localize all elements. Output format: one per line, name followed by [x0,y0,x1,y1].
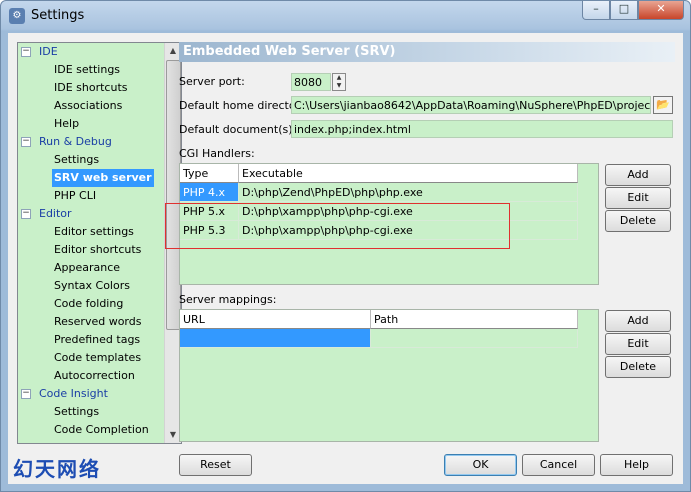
tree-item[interactable]: Syntax Colors [18,277,164,295]
tree-item-label: Syntax Colors [54,279,130,292]
column-header-executable[interactable]: Executable [239,164,578,183]
tree-item[interactable]: IDE settings [18,61,164,79]
settings-window: ⚙ Settings – □ ✕ − IDE IDE settings IDE sho… [0,0,691,492]
dialog-client: − IDE IDE settings IDE shortcuts Association… [8,33,683,484]
tree-item-label: Associations [54,99,123,112]
collapse-toggle-icon[interactable]: − [21,137,31,147]
ok-button[interactable]: OK [444,454,517,476]
mapping-delete-button[interactable]: Delete [605,356,671,378]
tree-item[interactable]: Predefined tags [18,331,164,349]
tree-item[interactable]: IDE shortcuts [18,79,164,97]
column-header-url[interactable]: URL [180,310,371,329]
tree-category[interactable]: − Run & Debug [18,133,164,151]
spin-up-icon[interactable]: ▲ [333,74,345,82]
collapse-toggle-icon[interactable]: − [21,47,31,57]
tree-category[interactable]: − IDE [18,43,164,61]
help-button[interactable]: Help [600,454,673,476]
tree-item-label: Appearance [54,261,121,274]
maximize-button[interactable]: □ [610,1,638,20]
tree-item-label: Reserved words [54,315,142,328]
mapping-add-button[interactable]: Add [605,310,671,332]
tree-item[interactable]: SRV web server [18,169,164,187]
window-title: Settings [31,8,85,23]
minimize-button[interactable]: – [582,1,610,20]
tree-item-label: IDE shortcuts [54,81,128,94]
tree-item-label: Settings [54,153,100,166]
tree-item-label: Run & Debug [39,135,112,148]
tree-item-label: Predefined tags [54,333,141,346]
tree-item[interactable]: Settings [18,151,164,169]
tree-item-label: Settings [54,405,100,418]
watermark-logo: 幻天网络 [13,457,101,481]
cgi-edit-button[interactable]: Edit [605,187,671,209]
tree-item-label: Help [54,117,80,130]
tree-item[interactable]: Editor settings [18,223,164,241]
tree-item[interactable]: Appearance [18,259,164,277]
tree-item[interactable]: Help [18,115,164,133]
tree-item[interactable]: Code folding [18,295,164,313]
tree-item[interactable]: Settings [18,403,164,421]
reset-button[interactable]: Reset [179,454,252,476]
browse-folder-icon[interactable]: 📂 [653,96,673,114]
tree-item[interactable]: Code Completion [18,421,164,439]
tree-item-label: Code Completion [54,423,149,436]
tree-list: − IDE IDE settings IDE shortcuts Association… [18,43,164,439]
mapping-path-cell[interactable] [371,329,578,348]
tree-item[interactable]: Editor shortcuts [18,241,164,259]
home-directory-input[interactable]: C:\Users\jianbao8642\AppData\Roaming\NuS… [291,96,651,114]
highlight-annotation-box [165,203,510,249]
panel-header: Embedded Web Server (SRV) [179,42,675,62]
cgi-delete-button[interactable]: Delete [605,210,671,232]
cancel-button[interactable]: Cancel [522,454,595,476]
mappings-header-row: URL Path [180,310,578,329]
server-port-input[interactable]: 8080 [291,73,331,91]
cgi-header-row: Type Executable [180,164,578,183]
default-document-label: Default document(s): [179,123,297,136]
server-port-spinner[interactable]: ▲ ▼ [332,73,346,91]
tree-item-label: IDE settings [54,63,121,76]
home-directory-label: Default home directory [179,99,307,112]
collapse-toggle-icon[interactable]: − [21,389,31,399]
tree-item-label: Code folding [54,297,124,310]
cgi-add-button[interactable]: Add [605,164,671,186]
tree-item-label: SRV web server [52,169,154,187]
tree-item-label: Editor [39,207,72,220]
mapping-edit-button[interactable]: Edit [605,333,671,355]
default-document-input[interactable]: index.php;index.html [291,120,673,138]
mapping-url-cell[interactable] [180,329,371,348]
table-row[interactable] [180,329,578,348]
server-mappings-grid[interactable]: URL Path [179,309,599,442]
tree-category[interactable]: − Code Insight [18,385,164,403]
tree-item[interactable]: Reserved words [18,313,164,331]
tree-item-label: PHP CLI [54,189,97,202]
server-port-label: Server port: [179,75,245,88]
tree-item[interactable]: Code templates [18,349,164,367]
tree-item-label: Code templates [54,351,142,364]
tree-item-label: Editor shortcuts [54,243,142,256]
cgi-type-cell[interactable]: PHP 4.x [180,183,239,202]
tree-item[interactable]: Associations [18,97,164,115]
tree-item[interactable]: Autocorrection [18,367,164,385]
app-icon: ⚙ [9,8,25,24]
column-header-type[interactable]: Type [180,164,239,183]
tree-item-label: Editor settings [54,225,134,238]
collapse-toggle-icon[interactable]: − [21,209,31,219]
close-button[interactable]: ✕ [638,1,684,20]
tree-category[interactable]: − Editor [18,205,164,223]
title-bar[interactable]: ⚙ Settings – □ ✕ [1,1,690,31]
cgi-executable-cell[interactable]: D:\php\Zend\PhpED\php\php.exe [239,183,578,202]
tree-item-label: IDE [39,45,58,58]
spin-down-icon[interactable]: ▼ [333,82,345,90]
table-row[interactable]: PHP 4.x D:\php\Zend\PhpED\php\php.exe [180,183,578,202]
column-header-path[interactable]: Path [371,310,578,329]
cgi-handlers-label: CGI Handlers: [179,147,255,160]
tree-item[interactable]: PHP CLI [18,187,164,205]
tree-item-label: Autocorrection [54,369,135,382]
tree-item-label: Code Insight [39,387,108,400]
settings-tree[interactable]: − IDE IDE settings IDE shortcuts Association… [17,42,182,444]
server-mappings-label: Server mappings: [179,293,277,306]
